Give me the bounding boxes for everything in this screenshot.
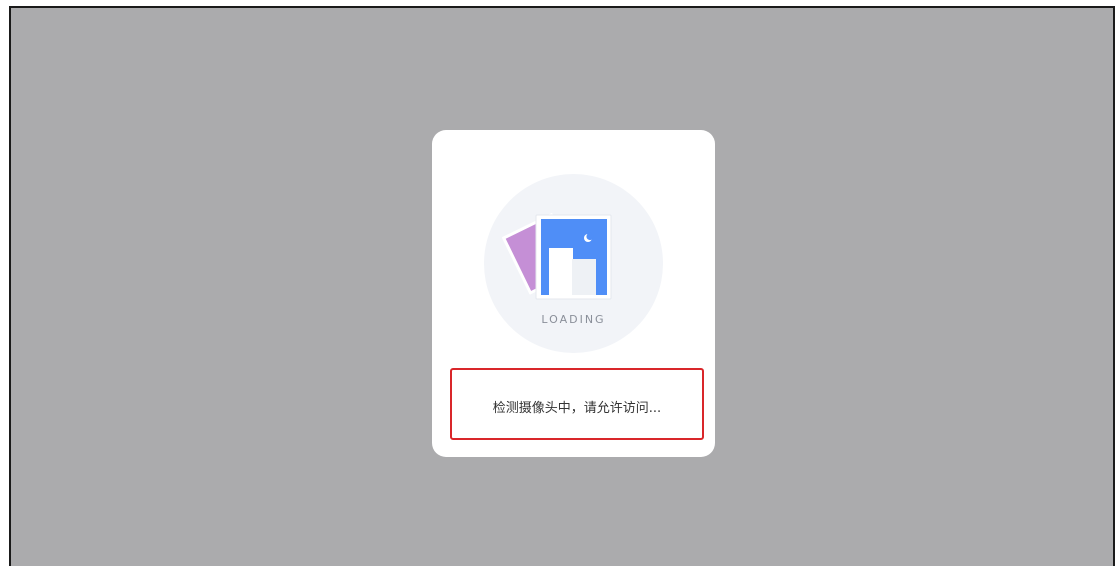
status-message: 检测摄像头中，请允许访问... — [492, 401, 662, 416]
camera-check-dialog: LOADING 检测摄像头中，请允许访问... — [432, 130, 715, 457]
loading-illustration: LOADING — [484, 174, 663, 353]
status-highlight-box: 检测摄像头中，请允许访问... — [450, 368, 704, 440]
photo-stack-loading-icon — [502, 213, 612, 300]
screen-overlay: LOADING 检测摄像头中，请允许访问... — [9, 6, 1115, 566]
loading-label: LOADING — [541, 313, 606, 326]
